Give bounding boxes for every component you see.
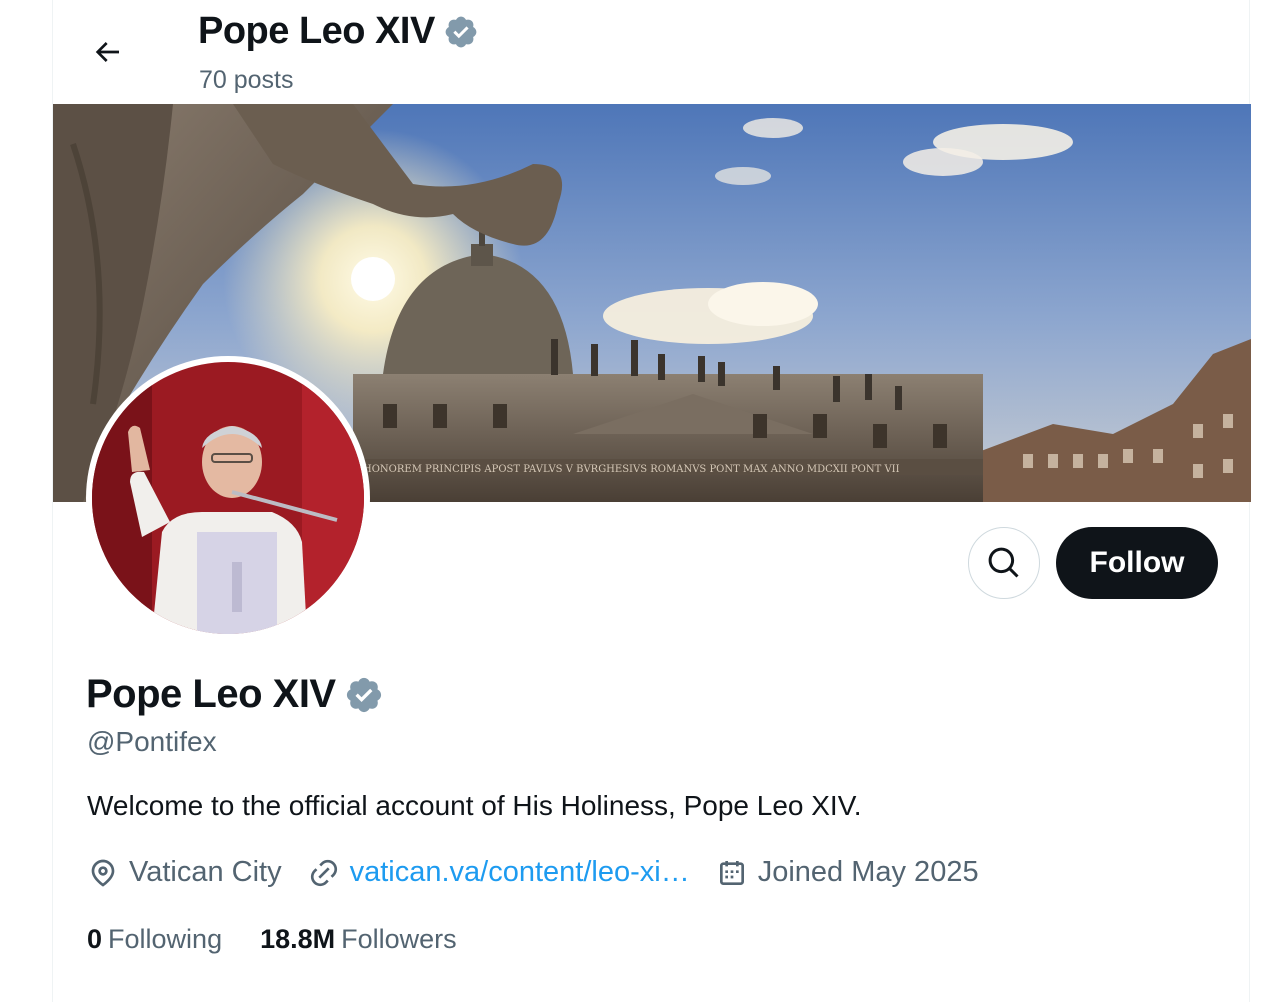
verified-badge-icon xyxy=(445,16,477,47)
profile-bio: Welcome to the official account of His H… xyxy=(87,790,862,821)
back-button[interactable] xyxy=(81,26,133,78)
followers-count: 18.8M xyxy=(260,924,336,954)
profile-handle: @Pontifex xyxy=(87,726,217,757)
profile-column: Pope Leo XIV 70 posts HONOREM PRINCIPIS … xyxy=(52,0,1251,1002)
location-pin-icon xyxy=(91,859,115,887)
arrow-left-icon xyxy=(95,42,119,62)
banner-inscription: HONOREM PRINCIPIS APOST PAVLVS V BVRGHES… xyxy=(363,464,900,475)
followers-link[interactable]: 18.8M Followers xyxy=(260,924,457,955)
profile-name: Pope Leo XIV xyxy=(86,672,384,717)
avatar-image xyxy=(92,362,364,634)
header-name: Pope Leo XIV xyxy=(198,10,435,52)
location-item: Vatican City xyxy=(87,856,282,889)
joined-text: Joined May 2025 xyxy=(757,856,979,888)
website-link[interactable]: vatican.va/content/leo-xi… xyxy=(350,856,690,889)
verified-badge-icon[interactable] xyxy=(344,675,384,715)
following-count: 0 xyxy=(87,924,103,954)
header-title: Pope Leo XIV xyxy=(198,10,479,53)
profile-meta: Vatican City vatican.va/content/leo-xi… … xyxy=(87,856,1005,889)
profile-stats: 0 Following 18.8M Followers xyxy=(87,924,495,955)
post-count: 70 posts xyxy=(199,66,294,94)
link-icon xyxy=(310,859,337,886)
search-posts-button[interactable] xyxy=(968,527,1040,599)
following-link[interactable]: 0 Following xyxy=(87,924,222,955)
followers-label: Followers xyxy=(341,924,457,954)
follow-button[interactable]: Follow xyxy=(1056,527,1218,599)
website-item[interactable]: vatican.va/content/leo-xi… xyxy=(308,856,690,889)
profile-avatar[interactable] xyxy=(86,356,370,640)
display-name: Pope Leo XIV xyxy=(86,672,336,716)
calendar-icon xyxy=(719,860,744,885)
profile-header: Pope Leo XIV 70 posts xyxy=(53,0,1249,104)
search-icon xyxy=(988,547,1019,578)
location-text: Vatican City xyxy=(129,856,282,888)
following-label: Following xyxy=(108,924,223,954)
joined-item: Joined May 2025 xyxy=(716,856,979,889)
